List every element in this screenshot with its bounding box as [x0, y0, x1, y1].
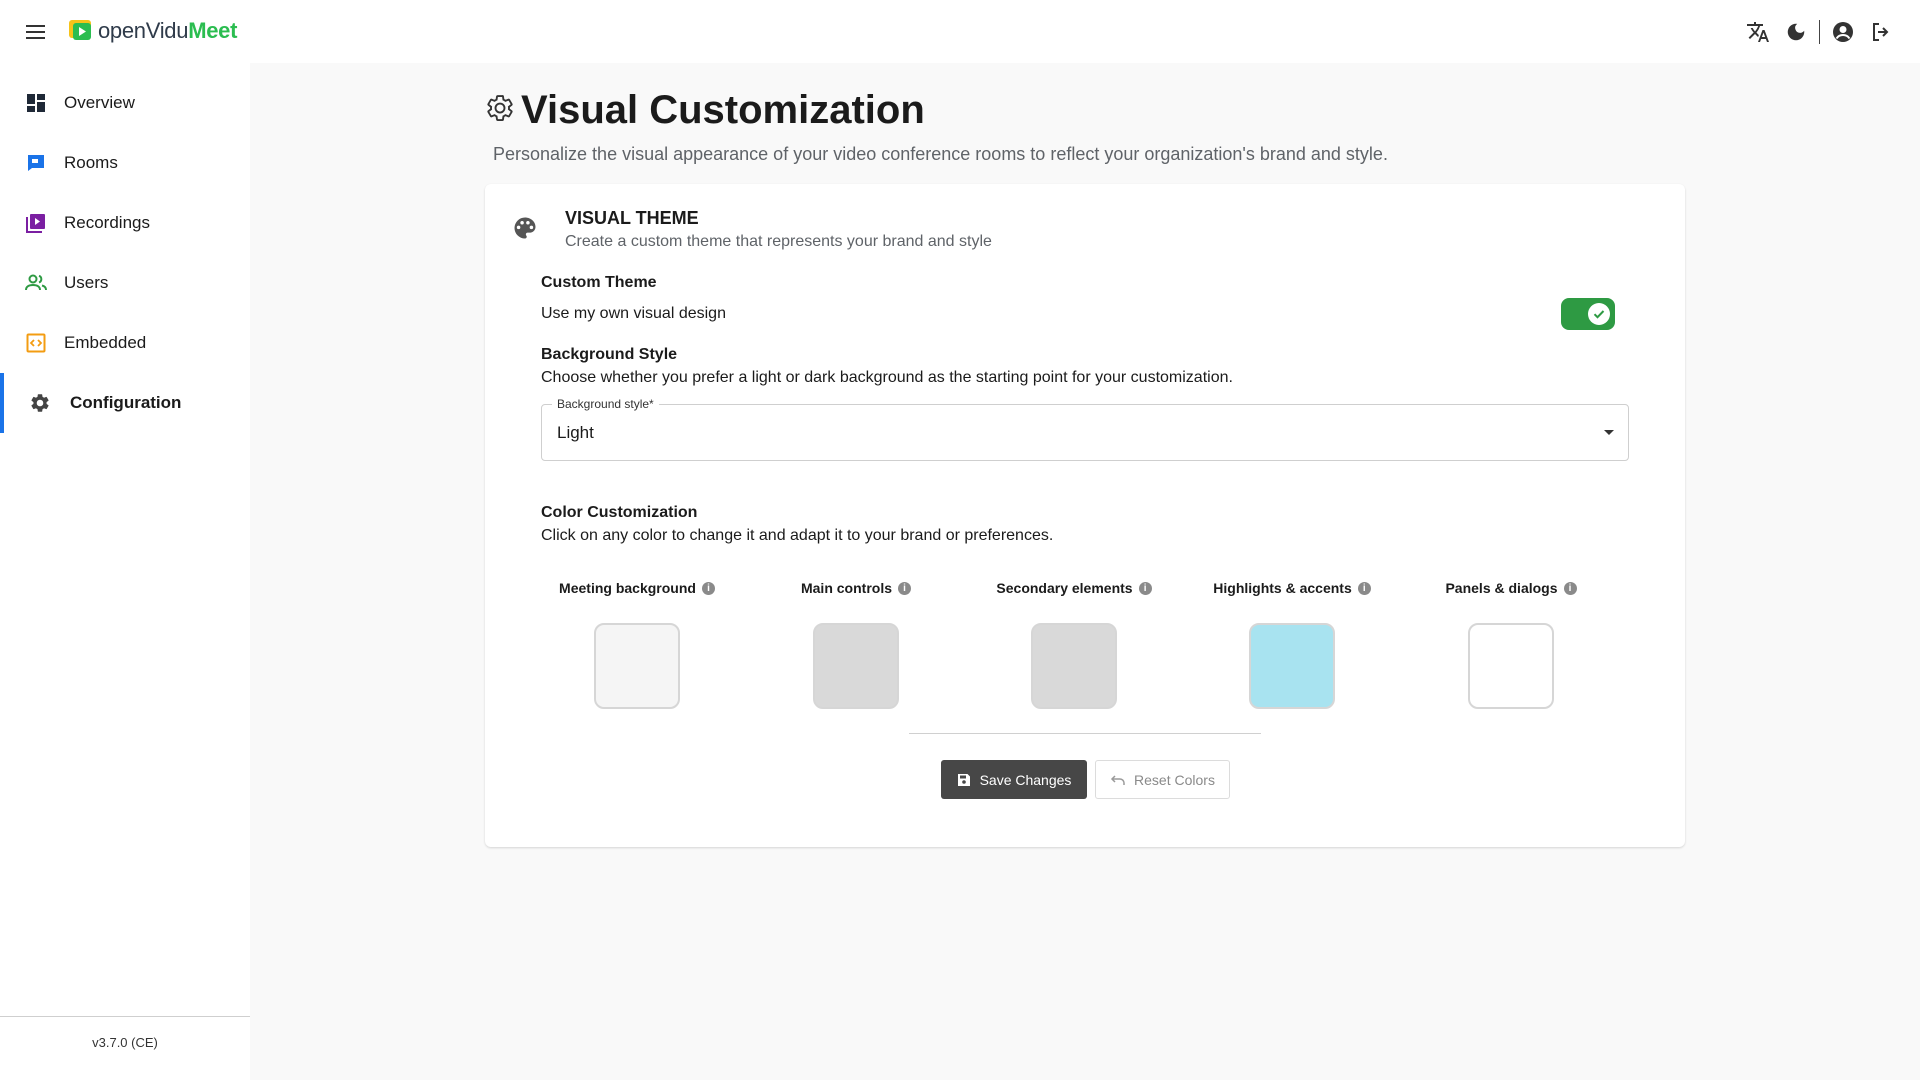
- section-description: Create a custom theme that represents yo…: [565, 233, 992, 250]
- dark-mode-icon[interactable]: [1781, 18, 1811, 46]
- toolbar-divider: [1819, 20, 1820, 44]
- undo-icon: [1110, 774, 1126, 786]
- palette-icon: [511, 214, 539, 242]
- color-option-secondary-elements: Secondary elements i: [965, 580, 1183, 709]
- save-icon: [957, 773, 971, 787]
- chevron-down-icon: [1604, 430, 1614, 435]
- info-icon[interactable]: i: [1357, 581, 1371, 595]
- swatch-label: Meeting background: [559, 580, 696, 596]
- sidebar: Overview Rooms Recordings Users Embedded…: [0, 63, 250, 1080]
- recordings-icon: [25, 212, 47, 234]
- color-option-panels-dialogs: Panels & dialogs i: [1402, 580, 1620, 709]
- logo-icon: [68, 18, 94, 44]
- reset-label: Reset Colors: [1134, 771, 1215, 788]
- background-style-description: Choose whether you prefer a light or dar…: [541, 369, 1233, 386]
- version-label: v3.7.0 (CE): [92, 1035, 158, 1050]
- sidebar-item-recordings[interactable]: Recordings: [0, 193, 250, 253]
- color-option-meeting-background: Meeting background i: [528, 580, 746, 709]
- swatch-secondary-elements[interactable]: [1031, 623, 1117, 709]
- select-value: Light: [557, 423, 594, 442]
- sidebar-item-configuration[interactable]: Configuration: [0, 373, 250, 433]
- sidebar-item-label: Overview: [64, 93, 135, 112]
- menu-icon[interactable]: [22, 20, 50, 44]
- custom-theme-label: Custom Theme: [541, 274, 657, 291]
- select-label: Background style*: [552, 397, 659, 411]
- swatch-label: Secondary elements: [996, 580, 1133, 596]
- sidebar-item-label: Embedded: [64, 333, 147, 352]
- logo-text-openvidu: openVidu: [98, 18, 189, 43]
- save-label: Save Changes: [979, 771, 1072, 788]
- custom-theme-toggle[interactable]: [1561, 298, 1615, 330]
- sidebar-item-overview[interactable]: Overview: [0, 73, 250, 133]
- users-icon: [25, 272, 47, 294]
- embedded-icon: [25, 332, 47, 354]
- sidebar-item-label: Configuration: [70, 393, 182, 412]
- swatch-highlights-accents[interactable]: [1249, 623, 1335, 709]
- gear-icon: [485, 93, 515, 128]
- section-title: VISUAL THEME: [565, 208, 699, 228]
- logout-icon[interactable]: [1866, 18, 1896, 46]
- swatch-label: Panels & dialogs: [1445, 580, 1558, 596]
- sidebar-item-rooms[interactable]: Rooms: [0, 133, 250, 193]
- custom-theme-description: Use my own visual design: [541, 305, 726, 322]
- rooms-icon: [25, 152, 47, 174]
- sidebar-item-label: Recordings: [64, 213, 150, 232]
- logo-text-meet: Meet: [188, 18, 238, 43]
- swatch-meeting-background[interactable]: [594, 623, 680, 709]
- color-option-highlights-accents: Highlights & accents i: [1183, 580, 1401, 709]
- logo: openViduMeet: [68, 18, 237, 44]
- page-subtitle: Personalize the visual appearance of you…: [493, 144, 1388, 164]
- dashboard-icon: [25, 92, 47, 114]
- page-title: Visual Customization: [521, 88, 925, 132]
- sidebar-item-label: Users: [64, 273, 109, 292]
- info-icon[interactable]: i: [701, 581, 715, 595]
- account-icon[interactable]: [1828, 18, 1858, 46]
- info-icon[interactable]: i: [1563, 581, 1577, 595]
- page-header: Visual Customization: [485, 88, 925, 133]
- reset-colors-button[interactable]: Reset Colors: [1095, 760, 1230, 799]
- color-customization-description: Click on any color to change it and adap…: [541, 527, 1054, 544]
- color-customization-label: Color Customization: [541, 504, 698, 521]
- info-icon[interactable]: i: [898, 581, 911, 595]
- translate-icon[interactable]: [1743, 18, 1773, 46]
- swatch-panels-dialogs[interactable]: [1468, 623, 1554, 709]
- top-bar: openViduMeet: [0, 0, 1920, 63]
- color-option-main-controls: Main controls i: [747, 580, 965, 709]
- check-icon: [1588, 303, 1610, 325]
- sidebar-item-users[interactable]: Users: [0, 253, 250, 313]
- actions-divider: [909, 733, 1261, 734]
- background-style-label: Background Style: [541, 346, 678, 363]
- sidebar-item-embedded[interactable]: Embedded: [0, 313, 250, 373]
- info-icon[interactable]: i: [1138, 581, 1152, 595]
- save-changes-button[interactable]: Save Changes: [941, 760, 1087, 799]
- swatch-label: Main controls: [800, 580, 892, 596]
- background-style-select[interactable]: Background style* Light: [541, 397, 1629, 461]
- gear-icon: [29, 392, 51, 414]
- sidebar-divider: [0, 1016, 250, 1017]
- swatch-label: Highlights & accents: [1213, 580, 1352, 596]
- sidebar-item-label: Rooms: [64, 153, 118, 172]
- swatch-main-controls[interactable]: [813, 623, 899, 709]
- visual-theme-card: VISUAL THEME Create a custom theme that …: [485, 184, 1685, 847]
